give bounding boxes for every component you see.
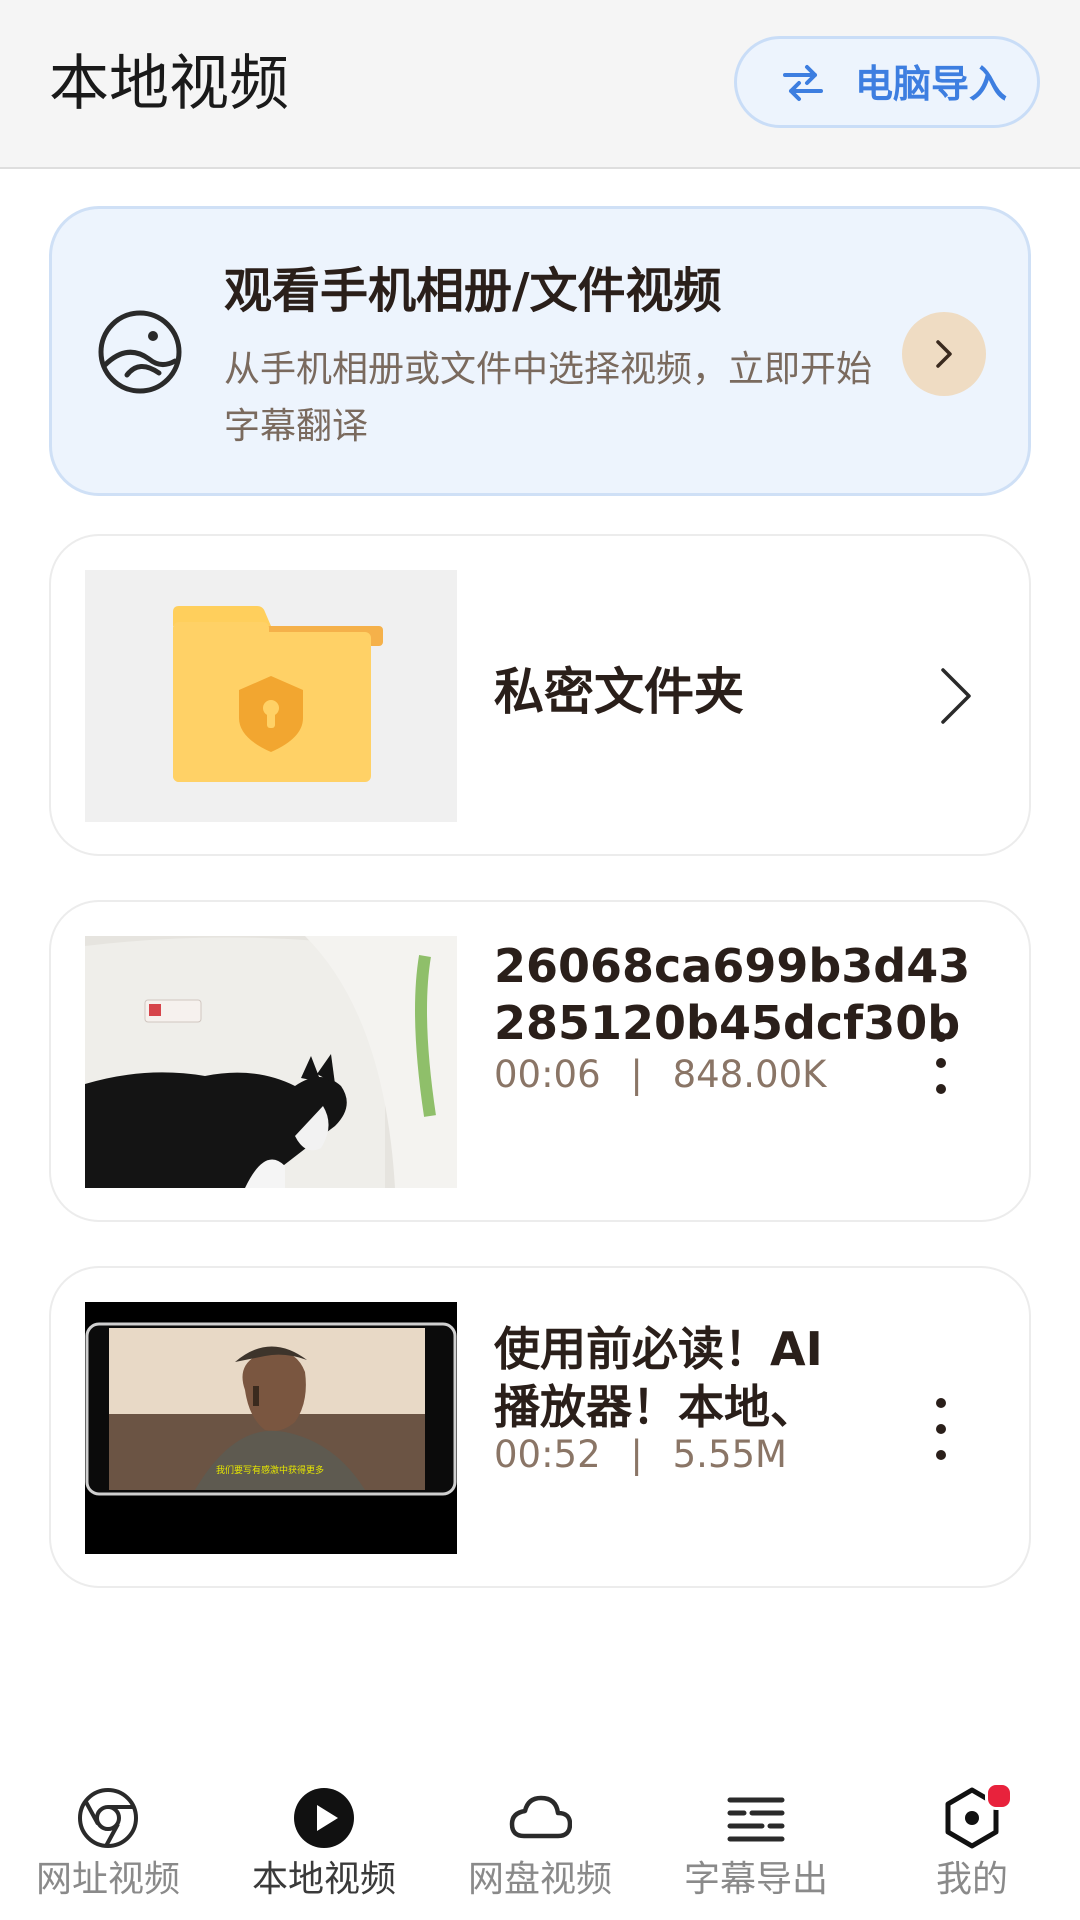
locked-folder-icon (173, 606, 383, 782)
album-open-button[interactable] (902, 312, 986, 396)
album-video-card[interactable]: 观看手机相册/文件视频 从手机相册或文件中选择视频，立即开始字幕翻译 (49, 206, 1031, 496)
video-list-item[interactable]: 我们要写有感激中获得更多 使用前必读！AI播放器！本地、 00:52 | 5.5… (49, 1266, 1031, 1588)
swap-arrows-icon (783, 65, 823, 101)
chrome-icon (78, 1788, 138, 1848)
tab-label: 我的 (935, 1859, 1008, 1900)
tab-url-video[interactable]: 网址视频 (0, 1766, 216, 1920)
album-card-description: 从手机相册或文件中选择视频，立即开始字幕翻译 (224, 349, 873, 447)
tab-cloud-video[interactable]: 网盘视频 (432, 1766, 648, 1920)
pc-import-label: 电脑导入 (855, 62, 1008, 106)
video-size: 848.00K (672, 1053, 827, 1096)
tab-subtitle-export[interactable]: 字幕导出 (648, 1766, 864, 1920)
page-title: 本地视频 (49, 49, 289, 119)
more-options-button[interactable] (921, 1390, 961, 1470)
meta-separator: | (630, 1433, 643, 1476)
tab-label: 本地视频 (251, 1859, 396, 1900)
tab-label: 字幕导出 (683, 1859, 828, 1900)
video-thumbnail (85, 936, 457, 1188)
top-header: 本地视频 电脑导入 (0, 0, 1080, 169)
private-folder-thumbnail (85, 570, 457, 822)
tab-profile[interactable]: 我的 (864, 1766, 1080, 1920)
cat-video-frame (85, 936, 457, 1188)
video-title: 26068ca699b3d43285120b45dcf30b (494, 939, 971, 1050)
pc-import-button[interactable]: 电脑导入 (734, 36, 1040, 128)
play-icon (294, 1788, 354, 1848)
tab-local-video[interactable]: 本地视频 (216, 1766, 432, 1920)
private-folder-label: 私密文件夹 (494, 663, 744, 721)
bottom-tab-bar: 网址视频 本地视频 网盘视频 字幕导出 我的 (0, 1766, 1080, 1920)
video-thumbnail: 我们要写有感激中获得更多 (85, 1302, 457, 1554)
video-size: 5.55M (672, 1433, 787, 1476)
more-options-button[interactable] (921, 1024, 961, 1104)
album-card-title: 观看手机相册/文件视频 (224, 263, 722, 319)
video-duration: 00:06 (494, 1053, 601, 1096)
video-duration: 00:52 (494, 1433, 601, 1476)
cloud-icon (509, 1795, 572, 1839)
video-meta: 00:52 | 5.55M (494, 1432, 787, 1478)
video-title: 使用前必读！AI播放器！本地、 (494, 1322, 823, 1434)
subtitle-icon (727, 1797, 785, 1842)
video-meta: 00:06 | 848.00K (494, 1052, 826, 1098)
tab-label: 网盘视频 (467, 1859, 612, 1900)
gallery-icon (98, 310, 182, 394)
private-folder-card[interactable]: 私密文件夹 (49, 534, 1031, 856)
thumb-subtitle: 我们要写有感激中获得更多 (215, 1466, 324, 1476)
chevron-right-icon (936, 340, 952, 368)
guide-video-frame (85, 1302, 457, 1554)
meta-separator: | (630, 1053, 643, 1096)
video-list-item[interactable]: 26068ca699b3d43285120b45dcf30b 00:06 | 8… (49, 900, 1031, 1222)
chevron-right-icon (941, 668, 971, 724)
notification-badge (985, 1782, 1013, 1810)
tab-label: 网址视频 (35, 1859, 180, 1900)
